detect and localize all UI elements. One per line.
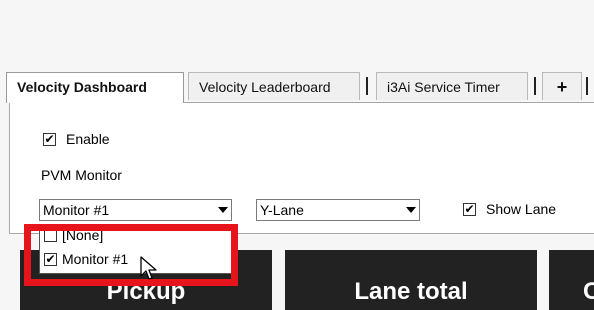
tab-i3ai-service-timer[interactable]: i3Ai Service Timer	[376, 72, 528, 100]
tab-divider	[586, 77, 588, 95]
add-tab-button[interactable]: +	[542, 72, 582, 100]
chevron-down-icon[interactable]	[218, 207, 228, 213]
pvm-monitor-label: PVM Monitor	[41, 167, 122, 183]
tab-bar: Velocity Dashboard Velocity Leaderboard …	[0, 72, 594, 103]
tab-velocity-leaderboard[interactable]: Velocity Leaderboard	[188, 72, 360, 100]
tile-lane-total: Lane total	[285, 250, 537, 310]
tile-label: Lane total	[354, 278, 468, 305]
highlight-box	[24, 224, 238, 286]
show-lane-label: Show Lane	[486, 201, 557, 217]
lane-select[interactable]: Y-Lane	[256, 199, 420, 221]
show-lane-checkbox[interactable]: ✔	[463, 203, 476, 216]
tab-divider	[366, 77, 368, 95]
chevron-down-icon[interactable]	[406, 207, 416, 213]
enable-label: Enable	[66, 131, 110, 147]
enable-checkbox[interactable]: ✔	[43, 133, 56, 146]
tab-velocity-dashboard[interactable]: Velocity Dashboard	[6, 72, 184, 103]
tile-partial: C	[549, 250, 594, 310]
tile-label: C	[583, 278, 594, 305]
lane-select-value: Y-Lane	[260, 202, 304, 218]
tab-divider	[534, 77, 536, 95]
mouse-cursor-icon	[140, 256, 157, 280]
monitor-select[interactable]: Monitor #1	[39, 199, 232, 221]
monitor-select-value: Monitor #1	[43, 202, 110, 218]
